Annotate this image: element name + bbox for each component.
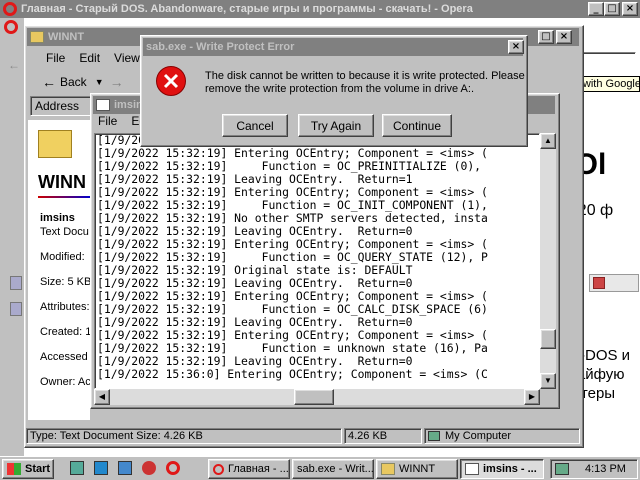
cancel-button[interactable]: Cancel <box>222 114 288 137</box>
continue-button[interactable]: Continue <box>382 114 452 137</box>
selected-file-type: Text Docu <box>40 226 89 238</box>
menu-file[interactable]: File <box>46 51 65 65</box>
task-label: imsins - ... <box>483 463 537 475</box>
opera-titlebar: Главная - Старый DOS. Abandonware, стары… <box>0 0 640 18</box>
status-size: 4.26 KB <box>344 428 422 444</box>
winnt-statusbar: Type: Text Document Size: 4.26 KB 4.26 K… <box>24 426 584 446</box>
file-detail-created: Created: 1 <box>40 326 90 338</box>
opera-search-field[interactable] <box>580 52 636 72</box>
imsins-menubar: File Ed <box>98 114 146 128</box>
file-detail-size: Size: 5 KB <box>40 276 90 288</box>
folder-icon <box>30 31 44 43</box>
dialog-message-line: The disk cannot be written to because it… <box>205 70 525 82</box>
winnt-webview-pane: WINN imsins Text Docu Modified: Size: 5 … <box>28 120 90 420</box>
status-zone: My Computer <box>424 428 580 444</box>
dialog-message: The disk cannot be written to because it… <box>205 70 525 96</box>
address-label: Address <box>30 96 92 116</box>
notepad-icon <box>96 99 110 111</box>
scroll-up-button[interactable]: ▲ <box>540 133 556 149</box>
scroll-left-button[interactable]: ◀ <box>94 389 110 405</box>
heading-divider <box>38 196 90 198</box>
task-winnt[interactable]: WINNT <box>376 459 458 479</box>
opera-icon <box>213 463 224 475</box>
task-label: Главная - ... <box>228 463 289 475</box>
opera-logo-icon <box>3 2 17 16</box>
scroll-thumb[interactable] <box>540 329 556 349</box>
opera-window-title: Главная - Старый DOS. Abandonware, стары… <box>21 3 473 15</box>
my-computer-icon <box>428 431 440 441</box>
try-again-button[interactable]: Try Again <box>298 114 374 137</box>
winnt-menubar: File Edit View <box>46 51 140 65</box>
taskbar: Start Главная - ... sab.exe - Writ... WI… <box>0 456 640 480</box>
chevron-down-icon[interactable]: ▼ <box>95 77 104 87</box>
back-button[interactable]: Back <box>60 75 87 89</box>
outlook-icon[interactable] <box>118 461 132 475</box>
large-folder-icon <box>38 130 72 158</box>
task-label: sab.exe - Writ... <box>297 463 374 475</box>
opera-quicklaunch-icon[interactable] <box>166 461 180 475</box>
show-desktop-icon[interactable] <box>70 461 84 475</box>
opera-side-icon[interactable] <box>10 302 22 316</box>
winnt-window-title: WINNT <box>48 31 85 43</box>
file-detail-owner: Owner: Ac <box>40 376 90 388</box>
file-detail-modified: Modified: <box>40 251 85 263</box>
opera-menu-icon[interactable] <box>4 20 18 34</box>
opera-close-button[interactable]: × <box>622 2 638 16</box>
opera-minimize-button[interactable]: _ <box>588 2 604 16</box>
scroll-right-button[interactable]: ▶ <box>524 389 540 405</box>
dialog-close-button[interactable]: × <box>508 40 524 54</box>
log-line: [1/9/2022 15:36:0] Entering OCEntry; Com… <box>97 367 488 381</box>
file-detail-attributes: Attributes: <box>40 301 90 313</box>
opera-side-icon[interactable] <box>10 276 22 290</box>
back-arrow-icon: ← <box>42 74 56 90</box>
opera-back-arrow-icon[interactable]: ← <box>8 58 20 72</box>
task-imsins[interactable]: imsins - ... <box>460 459 544 479</box>
internet-explorer-icon[interactable] <box>94 461 108 475</box>
clock[interactable]: 4:13 PM <box>585 463 626 475</box>
network-tray-icon[interactable] <box>555 463 569 475</box>
scroll-down-button[interactable]: ▼ <box>540 373 556 389</box>
hscroll-thumb[interactable] <box>294 389 334 405</box>
opera-panel-strip: ← <box>0 18 24 460</box>
task-sab-exe[interactable]: sab.exe - Writ... <box>292 459 374 479</box>
winnt-toolbar: ← Back ▼ → <box>42 74 124 90</box>
menu-file[interactable]: File <box>98 114 117 128</box>
winnt-maximize-button[interactable]: □ <box>538 30 554 44</box>
task-opera[interactable]: Главная - ... <box>208 459 290 479</box>
menu-view[interactable]: View <box>114 51 140 65</box>
dialog-titlebar: sab.exe - Write Protect Error <box>143 38 523 56</box>
log-text-area[interactable]: [1/9/2022 15:32:19][1/9/2022 15:32:19] E… <box>94 133 540 389</box>
opera-maximize-button[interactable]: □ <box>604 2 620 16</box>
start-label: Start <box>25 463 51 475</box>
status-zone-label: My Computer <box>445 430 512 442</box>
folder-icon <box>381 463 395 475</box>
media-icon[interactable] <box>142 461 156 475</box>
task-label: WINNT <box>399 463 436 475</box>
dialog-message-line: remove the write protection from the vol… <box>205 83 475 95</box>
status-type-size: Type: Text Document Size: 4.26 KB <box>26 428 342 444</box>
forward-arrow-icon[interactable]: → <box>110 74 124 90</box>
windows-logo-icon <box>7 463 21 475</box>
gallery-icon <box>593 277 605 289</box>
winnt-close-button[interactable]: × <box>556 30 572 44</box>
vertical-scrollbar[interactable]: ▲ ▼ <box>540 133 556 389</box>
menu-edit[interactable]: Edit <box>79 51 100 65</box>
log-lines: [1/9/2022 15:32:19][1/9/2022 15:32:19] E… <box>97 134 488 381</box>
horizontal-scrollbar[interactable]: ◀ ▶ <box>94 389 540 405</box>
error-icon <box>156 66 186 96</box>
start-button[interactable]: Start <box>2 459 54 479</box>
file-detail-accessed: Accessed <box>40 351 88 363</box>
dialog-title: sab.exe - Write Protect Error <box>146 41 295 53</box>
folder-heading: WINN <box>38 172 86 192</box>
system-tray: 4:13 PM <box>550 459 638 479</box>
selected-file-name: imsins <box>40 212 75 224</box>
page-image-tile[interactable] <box>589 274 639 292</box>
notepad-icon <box>465 463 479 475</box>
